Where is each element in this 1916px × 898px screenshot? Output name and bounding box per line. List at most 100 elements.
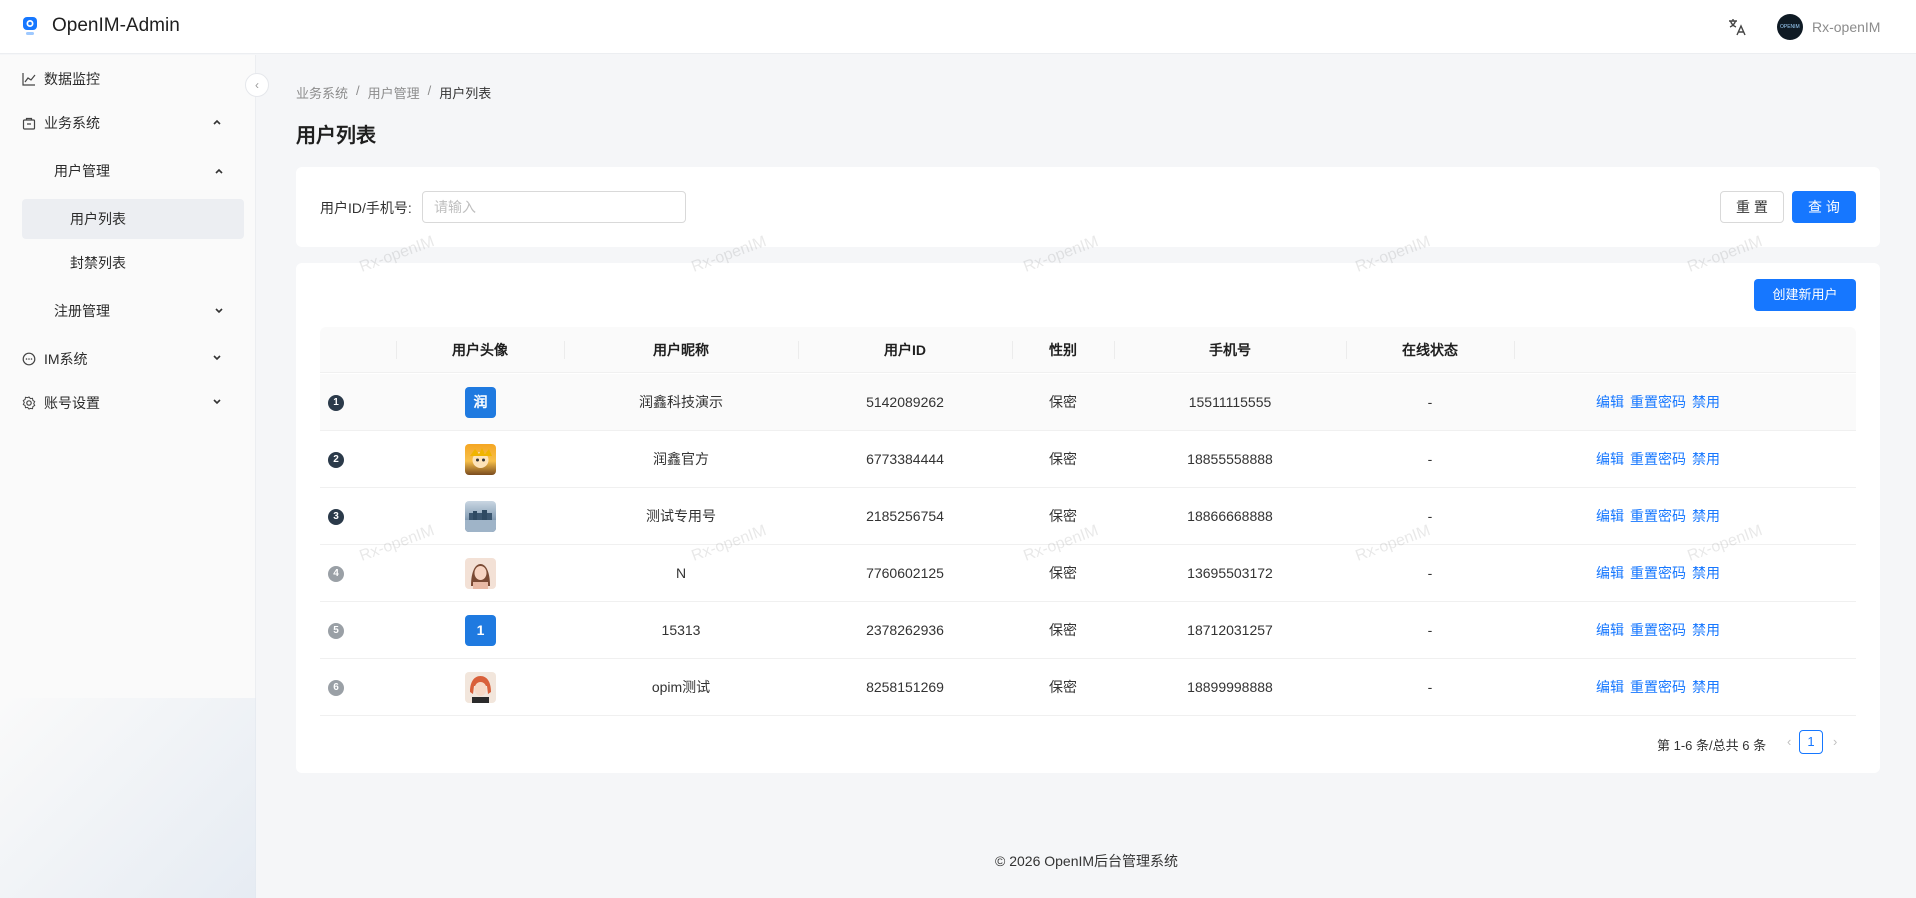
table-row[interactable]: 3 测试专用号 2185256754 保密 18866668888 - 编辑 重置… [320, 488, 1856, 545]
user-avatar[interactable]: OPENIM [1777, 14, 1803, 40]
disable-link[interactable]: 禁用 [1692, 679, 1720, 695]
reset-password-link[interactable]: 重置密码 [1630, 679, 1686, 695]
sidebar-item-label: 用户列表 [70, 211, 126, 227]
row-actions: 编辑 重置密码 禁用 [1596, 602, 1726, 659]
disable-link[interactable]: 禁用 [1692, 451, 1720, 467]
pagination-page-current[interactable]: 1 [1799, 730, 1823, 754]
row-index: 4 [328, 566, 344, 582]
avatar [465, 501, 496, 532]
sidebar-item-account-settings[interactable]: 账号设置 [22, 381, 244, 425]
column-separator [1514, 341, 1515, 359]
nickname-cell: N [675, 565, 687, 581]
pagination-info: 第 1-6 条/总共 6 条 [1657, 738, 1767, 753]
breadcrumb-item[interactable]: 用户管理 [368, 83, 420, 102]
row-index: 5 [328, 623, 344, 639]
nickname-cell: 测试专用号 [646, 508, 716, 524]
gender-cell: 保密 [1049, 394, 1077, 410]
pagination-prev-button[interactable]: ‹ [1787, 734, 1791, 749]
column-header-user-id: 用户ID [884, 342, 926, 358]
disable-link[interactable]: 禁用 [1692, 394, 1720, 410]
translate-icon[interactable] [1727, 17, 1747, 37]
breadcrumb-item[interactable]: 业务系统 [296, 83, 348, 102]
chevron-down-icon [213, 355, 221, 361]
phone-cell: 18866668888 [1187, 508, 1273, 524]
sidebar-active-highlight [22, 199, 244, 239]
table-row[interactable]: 1 润 润鑫科技演示 5142089262 保密 15511115555 - 编… [320, 374, 1856, 431]
avatar [465, 444, 496, 475]
avatar: 1 [465, 615, 496, 646]
status-cell: - [1427, 565, 1433, 581]
search-input[interactable] [422, 191, 686, 223]
sidebar-item-registration[interactable]: 注册管理 [54, 291, 244, 331]
status-cell: - [1427, 451, 1433, 467]
row-actions: 编辑 重置密码 禁用 [1596, 431, 1726, 488]
avatar-image [465, 510, 496, 532]
table-header: 用户头像 用户昵称 用户ID 性别 手机号 在线状态 [320, 327, 1856, 373]
reset-password-link[interactable]: 重置密码 [1630, 565, 1686, 581]
breadcrumb-separator: / [427, 83, 432, 98]
create-user-button[interactable]: 创建新用户 [1754, 279, 1856, 311]
user-id-cell: 2378262936 [866, 622, 944, 638]
edit-link[interactable]: 编辑 [1596, 565, 1624, 581]
row-actions: 编辑 重置密码 禁用 [1596, 488, 1726, 545]
table-card: 创建新用户 用户头像 用户昵称 用户ID 性别 手机号 在线状态 1 润 润鑫科… [296, 263, 1880, 773]
edit-link[interactable]: 编辑 [1596, 394, 1624, 410]
top-header: OpenIM-Admin OPENIM Rx-openIM [0, 0, 1916, 54]
sidebar-item-label: 封禁列表 [70, 255, 126, 271]
sidebar-collapse-button[interactable]: ‹ [245, 73, 269, 97]
message-icon [22, 352, 36, 366]
status-cell: - [1427, 394, 1433, 410]
sidebar-item-im-system[interactable]: IM系统 [22, 337, 244, 381]
sidebar-item-business-system[interactable]: 业务系统 [22, 101, 244, 145]
search-label: 用户ID/手机号: [320, 200, 412, 216]
sidebar-item-label: 用户管理 [54, 163, 110, 179]
disable-link[interactable]: 禁用 [1692, 622, 1720, 638]
table-row[interactable]: 5 1 15313 2378262936 保密 18712031257 - 编辑… [320, 602, 1856, 659]
query-button[interactable]: 查 询 [1792, 191, 1856, 223]
edit-link[interactable]: 编辑 [1596, 508, 1624, 524]
disable-link[interactable]: 禁用 [1692, 508, 1720, 524]
chevron-down-icon [213, 399, 221, 405]
disable-link[interactable]: 禁用 [1692, 565, 1720, 581]
breadcrumb-current: 用户列表 [439, 86, 492, 101]
edit-link[interactable]: 编辑 [1596, 679, 1624, 695]
table-row[interactable]: 2 润鑫官方 6773384444 保密 18855558888 - 编辑 重置密… [320, 431, 1856, 488]
header-username[interactable]: Rx-openIM [1812, 19, 1880, 35]
phone-cell: 13695503172 [1187, 565, 1273, 581]
reset-password-link[interactable]: 重置密码 [1630, 394, 1686, 410]
user-id-cell: 8258151269 [866, 679, 944, 695]
footer-text: 2026 OpenIM后台管理系统 [1009, 853, 1179, 869]
sidebar-item-ban-list[interactable]: 封禁列表 [70, 243, 126, 283]
gender-cell: 保密 [1049, 451, 1077, 467]
chevron-up-icon [213, 119, 221, 125]
gender-cell: 保密 [1049, 622, 1077, 638]
sidebar-item-data-monitor[interactable]: 数据监控 [22, 57, 244, 101]
phone-cell: 18899998888 [1187, 679, 1273, 695]
nickname-cell: 润鑫科技演示 [639, 394, 723, 410]
reset-button[interactable]: 重 置 [1720, 191, 1784, 223]
edit-link[interactable]: 编辑 [1596, 622, 1624, 638]
reset-password-link[interactable]: 重置密码 [1630, 622, 1686, 638]
gender-cell: 保密 [1049, 679, 1077, 695]
row-actions: 编辑 重置密码 禁用 [1596, 374, 1726, 431]
phone-cell: 18712031257 [1187, 622, 1273, 638]
edit-link[interactable]: 编辑 [1596, 451, 1624, 467]
pagination-next-button[interactable]: › [1833, 734, 1837, 749]
gear-icon [22, 396, 36, 410]
reset-password-link[interactable]: 重置密码 [1630, 508, 1686, 524]
table-row[interactable]: 6 opim测试 8258151269 保密 18899998888 - 编辑重… [320, 659, 1856, 716]
sidebar-item-user-list[interactable]: 用户列表 [70, 199, 126, 239]
column-header-nickname: 用户昵称 [653, 342, 709, 358]
phone-cell: 15511115555 [1188, 394, 1272, 410]
row-index: 3 [328, 509, 344, 525]
user-id-cell: 6773384444 [866, 451, 944, 467]
avatar: 润 [465, 387, 496, 418]
sidebar-item-user-management[interactable]: 用户管理 [54, 151, 244, 191]
avatar [465, 558, 496, 589]
chevron-up-icon [215, 168, 223, 174]
table-row[interactable]: 4 N 7760602125 保密 13695503172 - 编辑 重置密码 禁用 [320, 545, 1856, 602]
column-header-gender: 性别 [1049, 342, 1077, 358]
line-chart-icon [22, 73, 36, 86]
reset-password-link[interactable]: 重置密码 [1630, 451, 1686, 467]
column-header-avatar: 用户头像 [452, 342, 508, 358]
